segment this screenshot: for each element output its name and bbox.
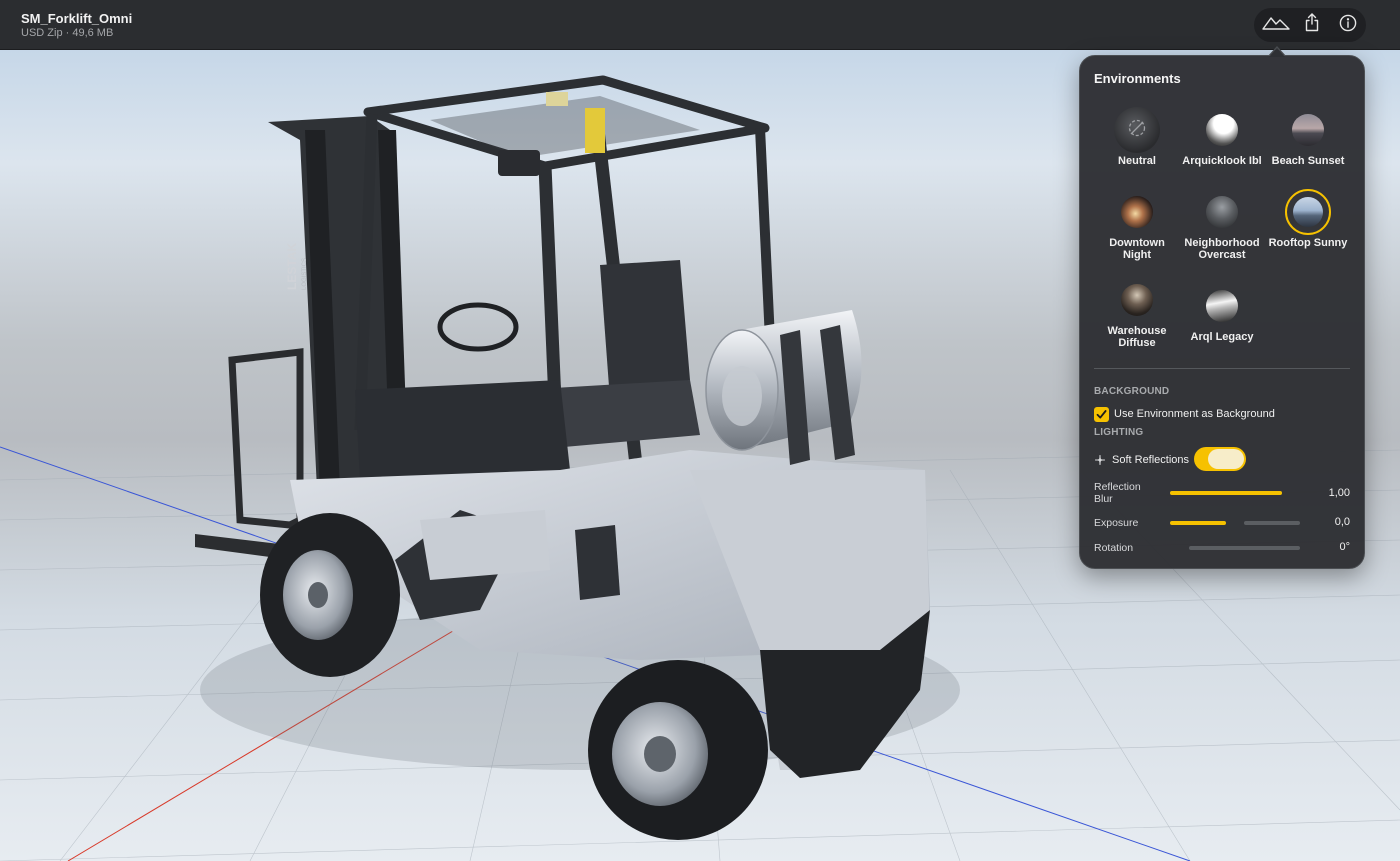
env-thumb: [1199, 107, 1245, 153]
soft-reflections-label: Soft Reflections: [1112, 454, 1190, 466]
info-button[interactable]: [1330, 8, 1366, 42]
exposure-fill: [1170, 521, 1226, 525]
mast-subbrand-label: LOGISTICS: [302, 258, 308, 290]
no-environment-icon: [1127, 118, 1147, 143]
title-bar: SM_Forklift_Omni USD Zip · 49,6 MB: [0, 0, 1400, 50]
use-env-background-label: Use Environment as Background: [1114, 408, 1275, 420]
env-preview-sphere: [1121, 284, 1153, 316]
env-label: Warehouse Diffuse: [1107, 325, 1167, 349]
reflection-blur-slider[interactable]: [1170, 491, 1282, 495]
file-name: SM_Forklift_Omni: [21, 11, 133, 26]
rotation-slider[interactable]: [1189, 546, 1300, 550]
env-preview-sphere: [1292, 114, 1324, 146]
mountains-icon: [1262, 14, 1290, 37]
reflection-blur-value: 1,00: [1328, 487, 1350, 499]
env-label: Arql Legacy: [1190, 331, 1254, 343]
background-section-header: BACKGROUND: [1094, 386, 1170, 397]
mast-brand-label: LESTAK: [285, 243, 299, 290]
env-arql-legacy[interactable]: Arql Legacy: [1179, 283, 1265, 343]
env-label: Arquicklook Ibl: [1182, 155, 1262, 167]
env-warehouse-diffuse[interactable]: Warehouse Diffuse: [1094, 277, 1180, 349]
rotation-value: 0°: [1339, 541, 1350, 553]
share-icon: [1304, 13, 1320, 37]
env-label: Neighborhood Overcast: [1184, 237, 1260, 261]
env-rooftop-sunny[interactable]: Rooftop Sunny: [1265, 189, 1351, 249]
lighting-section-header: LIGHTING: [1094, 427, 1144, 438]
popover-title: Environments: [1094, 71, 1181, 86]
section-divider: [1094, 368, 1350, 369]
env-label: Beach Sunset: [1271, 155, 1345, 167]
env-preview-sphere: [1206, 196, 1238, 228]
exposure-label: Exposure: [1094, 517, 1139, 529]
environments-popover: Environments Neutral Arquicklook Ibl Bea…: [1079, 55, 1365, 569]
env-thumb: [1285, 189, 1331, 235]
env-thumb: [1199, 283, 1245, 329]
reflection-blur-label: Reflection Blur: [1094, 481, 1141, 505]
env-neighborhood-overcast[interactable]: Neighborhood Overcast: [1179, 189, 1265, 261]
env-preview-sphere: [1114, 107, 1160, 153]
environment-button[interactable]: [1258, 8, 1294, 42]
file-info: USD Zip · 49,6 MB: [21, 27, 114, 39]
env-preview-sphere: [1121, 196, 1153, 228]
env-neutral[interactable]: Neutral: [1094, 107, 1180, 167]
env-label: Downtown Night: [1109, 237, 1165, 261]
toggle-knob: [1208, 449, 1244, 469]
exposure-slider[interactable]: [1170, 521, 1300, 525]
env-preview-sphere: [1206, 290, 1238, 322]
env-beach-sunset[interactable]: Beach Sunset: [1265, 107, 1351, 167]
env-thumb: [1285, 107, 1331, 153]
exposure-track-right: [1244, 521, 1300, 525]
share-button[interactable]: [1294, 8, 1330, 42]
reflection-blur-fill: [1170, 491, 1282, 495]
info-icon: [1339, 14, 1357, 37]
env-preview-sphere: [1293, 197, 1323, 227]
use-env-background-checkbox[interactable]: [1094, 407, 1109, 422]
exposure-value: 0,0: [1334, 516, 1350, 528]
env-thumb: [1114, 107, 1160, 153]
env-thumb: [1114, 277, 1160, 323]
popover-arrow-fill: [1269, 48, 1285, 57]
soft-reflections-toggle[interactable]: [1194, 447, 1246, 471]
toolbar-group: [1254, 8, 1366, 42]
env-downtown-night[interactable]: Downtown Night: [1094, 189, 1180, 261]
rotation-label: Rotation: [1094, 542, 1134, 554]
env-thumb: [1199, 189, 1245, 235]
env-label: Rooftop Sunny: [1268, 237, 1348, 249]
env-label: Neutral: [1118, 155, 1156, 167]
env-arquicklook-ibl[interactable]: Arquicklook Ibl: [1179, 107, 1265, 167]
env-thumb: [1114, 189, 1160, 235]
sparkle-icon: [1094, 453, 1106, 471]
env-preview-sphere: [1206, 114, 1238, 146]
